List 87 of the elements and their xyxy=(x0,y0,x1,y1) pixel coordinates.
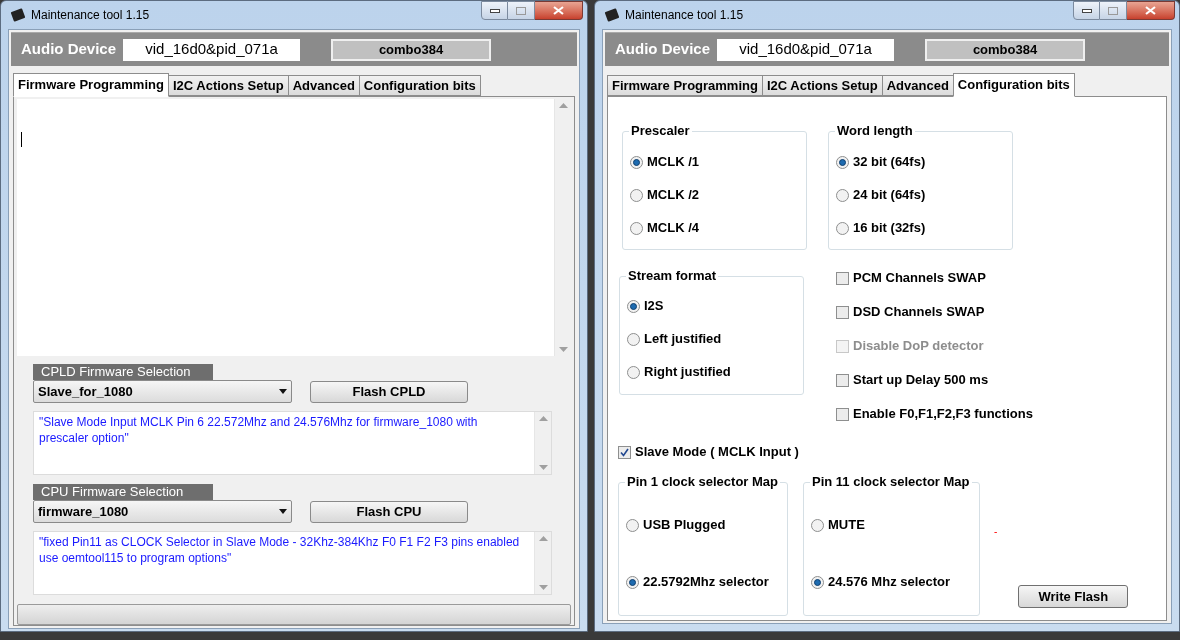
device-id-field[interactable]: vid_16d0&pid_071a xyxy=(123,38,301,61)
radio-label: Right justified xyxy=(644,364,731,380)
window-title: Maintenance tool 1.15 xyxy=(625,7,744,24)
checkbox-label: DSD Channels SWAP xyxy=(853,304,985,320)
section-title: CPU Firmware Selection xyxy=(33,484,213,500)
radio-button[interactable] xyxy=(627,332,640,346)
radio-button[interactable] xyxy=(836,188,849,202)
checkbox[interactable] xyxy=(618,445,631,459)
radio-button[interactable] xyxy=(811,575,824,589)
checkbox[interactable] xyxy=(836,373,849,387)
close-icon xyxy=(553,6,564,15)
device-name-box: combo384 xyxy=(331,38,492,61)
tab[interactable]: I2C Actions Setup xyxy=(761,75,883,96)
tab[interactable]: Firmware Programming xyxy=(13,73,169,97)
close-icon xyxy=(1145,6,1156,15)
minimize-icon xyxy=(1081,8,1092,13)
tab[interactable]: Advanced xyxy=(881,75,954,96)
caret-icon xyxy=(279,389,287,394)
minimize-icon xyxy=(489,8,500,13)
radio-label: 32 bit (64fs) xyxy=(853,154,926,170)
window-title: Maintenance tool 1.15 xyxy=(31,7,150,24)
radio-label: 22.5792Mhz selector xyxy=(643,574,769,590)
checkbox-label: Start up Delay 500 ms xyxy=(853,372,989,388)
scrollbar[interactable] xyxy=(534,412,551,474)
radio-label: Left justified xyxy=(644,331,722,347)
radio-label: 24 bit (64fs) xyxy=(853,187,926,203)
scroll-up-arrow-icon xyxy=(558,103,568,108)
scrollbar[interactable] xyxy=(534,532,551,594)
scroll-down-arrow-icon xyxy=(538,465,548,470)
maximize-icon xyxy=(516,6,526,15)
description-text: "Slave Mode Input MCLK Pin 6 22.572Mhz and 24.576Mhz for firmware_1080 with prescaler option" xyxy=(38,414,479,447)
dropdown[interactable]: Slave_for_1080 xyxy=(33,380,292,403)
radio-button[interactable] xyxy=(836,221,849,235)
close-button[interactable] xyxy=(1127,1,1175,20)
minimize-button[interactable] xyxy=(481,1,508,20)
checkbox-label: Disable DoP detector xyxy=(853,338,984,354)
radio-button[interactable] xyxy=(626,575,639,589)
chip-icon xyxy=(10,7,26,23)
radio-button[interactable] xyxy=(630,221,643,235)
radio-label: MCLK /1 xyxy=(647,154,699,170)
flash-button[interactable]: Flash CPLD xyxy=(310,380,468,403)
checkbox-label: PCM Channels SWAP xyxy=(853,270,986,286)
checkbox-label: Enable F0,F1,F2,F3 functions xyxy=(853,406,1033,422)
device-label: Audio Device xyxy=(21,39,117,60)
write-flash-button[interactable]: Write Flash xyxy=(1018,585,1129,608)
dropdown[interactable]: firmware_1080 xyxy=(33,500,292,523)
device-id-field[interactable]: vid_16d0&pid_071a xyxy=(717,38,895,61)
radio-button[interactable] xyxy=(630,188,643,202)
scrollbar[interactable] xyxy=(554,99,571,356)
device-name-box: combo384 xyxy=(925,38,1086,61)
radio-button[interactable] xyxy=(811,518,824,532)
checkbox[interactable] xyxy=(836,305,849,319)
tab[interactable]: Advanced xyxy=(287,75,360,96)
radio-button[interactable] xyxy=(630,155,643,169)
radio-label: MCLK /2 xyxy=(647,187,699,203)
scroll-down-arrow-icon xyxy=(538,585,548,590)
radio-label: 24.576 Mhz selector xyxy=(828,574,951,590)
scroll-down-arrow-icon xyxy=(558,347,568,352)
minimize-button[interactable] xyxy=(1073,1,1100,20)
text-cursor xyxy=(21,132,22,147)
device-label: Audio Device xyxy=(615,39,711,60)
close-button[interactable] xyxy=(535,1,583,20)
checkbox[interactable] xyxy=(836,407,849,421)
radio-button[interactable] xyxy=(626,518,639,532)
radio-label: 16 bit (32fs) xyxy=(853,220,926,236)
tab[interactable]: Configuration bits xyxy=(952,73,1075,97)
description-text: "fixed Pin11 as CLOCK Selector in Slave Mode - 32Khz-384Khz F0 F1 F2 F3 pins enabled use oemtool115 to program options" xyxy=(38,534,521,567)
maximize-icon xyxy=(1108,6,1118,15)
chip-icon xyxy=(604,7,620,23)
radio-label: I2S xyxy=(644,298,664,314)
radio-label: MUTE xyxy=(828,517,865,533)
scroll-up-arrow-icon xyxy=(538,536,548,541)
checkbox-label: Slave Mode ( MCLK Input ) xyxy=(635,444,799,460)
radio-button[interactable] xyxy=(627,365,640,379)
tab[interactable]: I2C Actions Setup xyxy=(167,75,289,96)
checkbox[interactable] xyxy=(836,271,849,285)
radio-button[interactable] xyxy=(836,155,849,169)
scroll-up-arrow-icon xyxy=(538,416,548,421)
caret-icon xyxy=(279,509,287,514)
tab[interactable]: Configuration bits xyxy=(358,75,481,96)
flash-button[interactable]: Flash CPU xyxy=(310,500,468,523)
radio-button[interactable] xyxy=(627,299,640,313)
tab[interactable]: Firmware Programming xyxy=(607,75,763,96)
section-title: CPLD Firmware Selection xyxy=(33,364,213,380)
radio-label: MCLK /4 xyxy=(647,220,699,236)
status-mark: - xyxy=(994,527,998,537)
radio-label: USB Plugged xyxy=(643,517,726,533)
